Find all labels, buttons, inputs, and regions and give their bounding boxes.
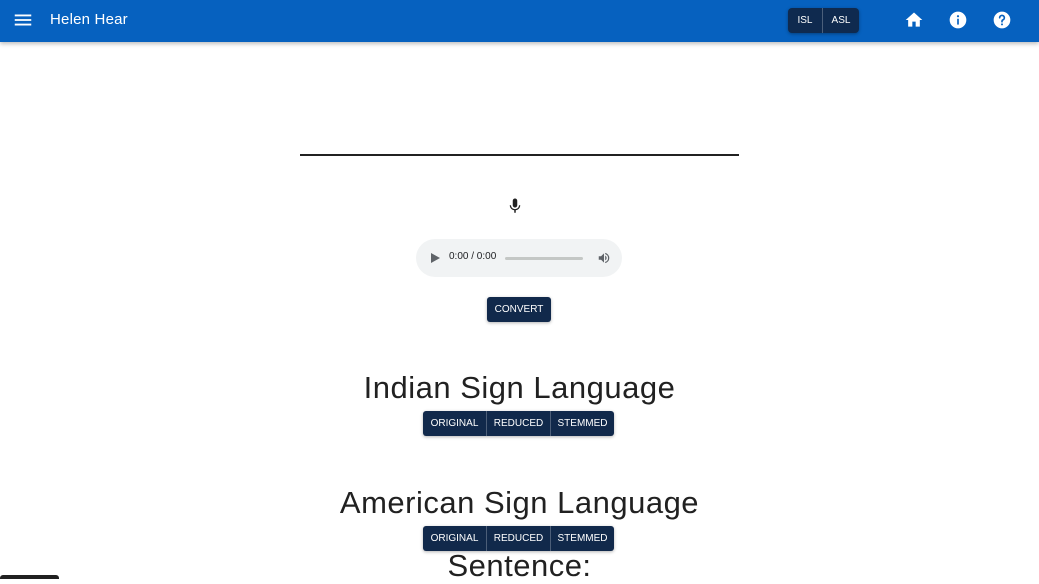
isl-original-button[interactable]: ORIGINAL: [423, 411, 486, 436]
isl-button[interactable]: ISL: [788, 8, 822, 33]
volume-icon[interactable]: [597, 251, 611, 265]
bottom-edge-tab: [0, 575, 59, 579]
audio-progress[interactable]: [505, 257, 583, 260]
app-bar: Helen Hear ISL ASL: [0, 0, 1039, 42]
app-title: Helen Hear: [50, 11, 128, 28]
isl-heading: Indian Sign Language: [363, 370, 676, 405]
convert-button[interactable]: CONVERT: [487, 297, 551, 322]
asl-heading: American Sign Language: [339, 485, 700, 520]
isl-reduced-button[interactable]: REDUCED: [486, 411, 550, 436]
play-icon[interactable]: [429, 252, 441, 264]
audio-player: 0:00 / 0:00: [416, 239, 622, 277]
menu-icon[interactable]: [12, 9, 34, 31]
asl-button[interactable]: ASL: [822, 8, 859, 33]
isl-stemmed-button[interactable]: STEMMED: [550, 411, 614, 436]
help-icon[interactable]: [992, 10, 1012, 30]
isl-view-toggle: ORIGINAL REDUCED STEMMED: [423, 411, 614, 436]
sentence-heading: Sentence:: [447, 548, 592, 583]
info-icon[interactable]: [948, 10, 968, 30]
text-input-underline[interactable]: [300, 154, 739, 156]
language-toggle: ISL ASL: [788, 8, 859, 33]
home-icon[interactable]: [904, 10, 924, 30]
microphone-icon[interactable]: [506, 197, 524, 215]
audio-time: 0:00 / 0:00: [449, 251, 497, 262]
